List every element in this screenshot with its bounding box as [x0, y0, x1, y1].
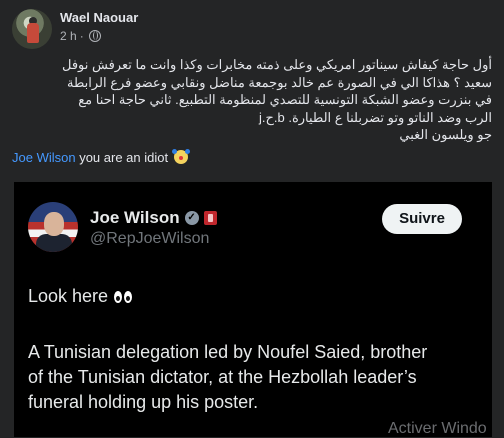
- author-name[interactable]: Wael Naouar: [60, 10, 138, 25]
- tweet-body-line: of the Tunisian dictator, at the Hezboll…: [28, 367, 417, 387]
- windows-activation-watermark: Activer Windo: [388, 420, 487, 437]
- tweet-first-line: Look here: [28, 286, 133, 307]
- mention-suffix: you are an idiot: [75, 150, 169, 165]
- post-meta: 2 h ·: [60, 29, 101, 43]
- tweet-avatar-face: [44, 212, 64, 236]
- mention-link[interactable]: Joe Wilson: [12, 150, 76, 165]
- tweet-author-name: Joe Wilson: [90, 208, 180, 227]
- tweet-first-line-text: Look here: [28, 286, 109, 306]
- tweet-avatar-suit: [36, 234, 72, 252]
- post-text: أول حاجة كيفاش سيناتور امريكي وعلى ذمته …: [10, 56, 492, 144]
- tweet-handle: @RepJoeWilson: [90, 230, 210, 247]
- clown-emoji-icon: [171, 149, 188, 164]
- post-text-line: جو ويلسون الغبي: [399, 127, 492, 142]
- post-text-line: في بنزرت وعضو الشبكة التونسية للتصدي لمن…: [78, 92, 492, 107]
- post-text-line: الرب وضد الناتو وتو تضربلنا ع الطيارة. b…: [258, 109, 492, 125]
- post-time[interactable]: 2 h: [60, 29, 77, 43]
- avatar-figure: [27, 23, 39, 43]
- globe-icon[interactable]: [88, 30, 101, 42]
- mention-line: Joe Wilson you are an idiot: [12, 149, 188, 165]
- tweet-screenshot-image[interactable]: Joe Wilson ✓ @RepJoeWilson Suivre Look h…: [14, 182, 492, 437]
- author-avatar[interactable]: [12, 9, 52, 49]
- post-text-line: سعيد ؟ هذاكا الي في الصورة عم خالد بوجمع…: [66, 74, 492, 90]
- tweet-author: Joe Wilson ✓: [90, 208, 217, 228]
- tweet-body-line: A Tunisian delegation led by Noufel Saie…: [28, 342, 428, 362]
- government-flag-icon: [203, 211, 217, 225]
- eyes-emoji-icon: [114, 290, 133, 303]
- tweet-avatar: [28, 202, 78, 252]
- facebook-post: Wael Naouar 2 h · أول حاجة كيفاش سيناتور…: [0, 0, 504, 437]
- tweet-body: A Tunisian delegation led by Noufel Saie…: [28, 340, 488, 415]
- verified-badge-icon: ✓: [184, 211, 199, 225]
- follow-button: Suivre: [382, 204, 462, 234]
- meta-separator: ·: [79, 29, 84, 43]
- post-text-line: أول حاجة كيفاش سيناتور امريكي وعلى ذمته …: [61, 57, 492, 72]
- tweet-body-line: funeral holding up his poster.: [28, 392, 259, 412]
